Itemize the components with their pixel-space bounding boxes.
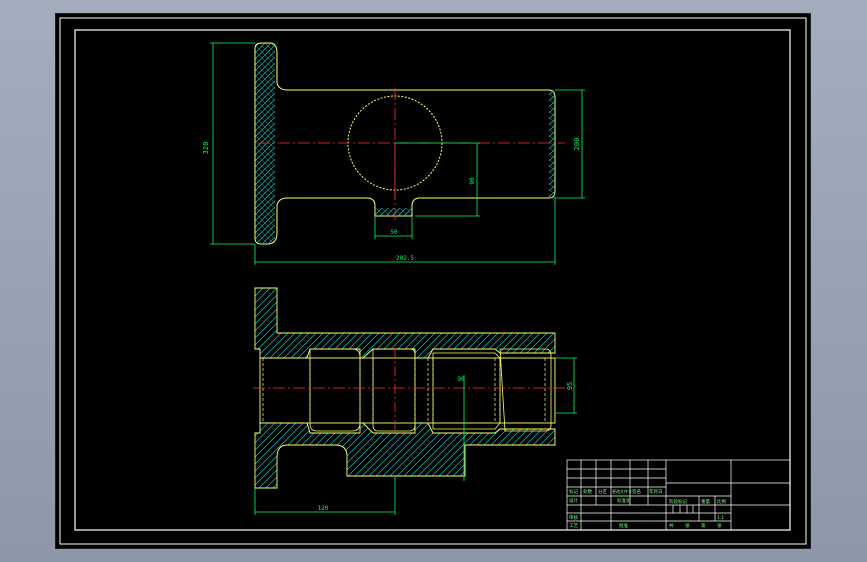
dim-body-height: 200 — [573, 138, 581, 151]
dim-slot-width: 50 — [390, 229, 398, 236]
tb-design-0: 设计 — [569, 497, 578, 504]
land-4 — [499, 348, 552, 432]
title-block — [566, 459, 791, 531]
tb-review-1: 工艺 — [569, 523, 578, 529]
dim-flange-height: 320 — [202, 142, 210, 155]
section-upper-wall — [254, 287, 556, 359]
dim-vertical-offset: 90 — [469, 177, 476, 185]
dim-inner-offset: 90 — [457, 376, 465, 383]
tb-header-0: 标记 — [569, 488, 578, 495]
tb-header-3: 更改文件号 — [612, 488, 632, 494]
cad-drawing: 320 200 90 50 202.5 95 90 120 标记 处数 分区 更… — [59, 17, 807, 545]
section-lower-wall — [254, 422, 556, 489]
dim-flange-to-slot: 120 — [318, 505, 329, 512]
section-bore — [259, 357, 556, 424]
tb-scale-value: 1:1 — [717, 515, 724, 521]
tb-sheet-3: 张 — [717, 522, 722, 529]
tb-review-0: 审核 — [569, 514, 578, 521]
land-3 — [432, 352, 501, 430]
top-view: 320 200 90 50 202.5 — [202, 42, 585, 265]
top-right-hatch — [549, 90, 555, 198]
slot-hatch — [375, 208, 412, 216]
tb-sheet-1: 张 — [685, 522, 690, 529]
tb-weight-label: 重量 — [701, 498, 710, 505]
tb-sheet-0: 共 — [669, 522, 674, 529]
dim-bore: 95 — [566, 382, 574, 390]
tb-header-2: 分区 — [598, 488, 607, 495]
section-view: 95 90 120 — [253, 287, 577, 515]
land-2 — [372, 348, 416, 432]
tb-sheet-2: 第 — [701, 522, 706, 529]
tb-stage-label: 阶段标记 — [669, 498, 687, 505]
tb-scale-label: 比例 — [717, 498, 726, 505]
tb-header-1: 处数 — [583, 488, 592, 495]
tb-header-5: 年月日 — [649, 488, 663, 495]
tb-header-4: 签名 — [632, 488, 641, 495]
tb-review-2: 批准 — [619, 522, 628, 529]
dim-overall-length: 202.5 — [396, 255, 414, 262]
tb-design-1: 标准化 — [617, 497, 631, 504]
land-1 — [309, 348, 361, 432]
